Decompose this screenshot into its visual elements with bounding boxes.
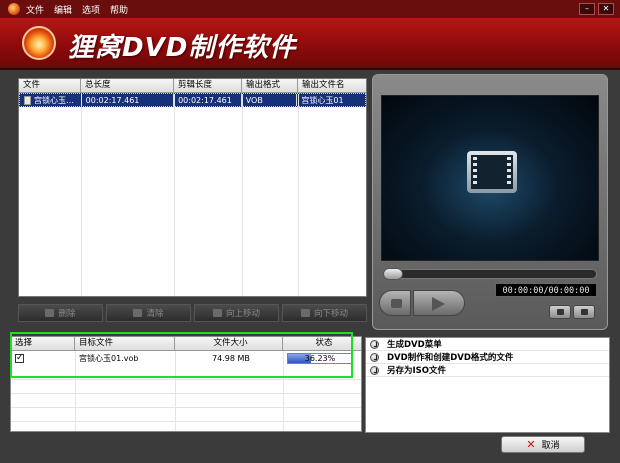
menu-options[interactable]: 选项 [82, 3, 100, 16]
col-output-format[interactable]: 输出格式 [242, 79, 298, 92]
move-up-label: 向上移动 [225, 309, 260, 319]
file-size-cell: 74.98 MB [212, 353, 250, 363]
table-row[interactable]: 宫锁心玉… 00:02:17.461 00:02:17.461 VOB 宫锁心玉… [19, 93, 366, 107]
delete-icon [45, 309, 55, 317]
move-down-button[interactable]: 向下移动 [282, 304, 367, 322]
file-list-table: 文件 总长度 剪辑长度 输出格式 输出文件名 宫锁心玉… 00:02:17.46… [18, 78, 367, 297]
clock-icon [370, 352, 379, 362]
menu-edit[interactable]: 编辑 [54, 3, 72, 16]
minimize-button[interactable]: – [579, 3, 595, 15]
file-table-header: 文件 总长度 剪辑长度 输出格式 输出文件名 [19, 79, 366, 93]
table-row[interactable]: 宫锁心玉01.vob 74.98 MB 36.23% [11, 351, 361, 365]
play-icon [432, 297, 445, 311]
option-dvd-menu[interactable]: 生成DVD菜单 [366, 338, 609, 351]
output-options-list: 生成DVD菜单 DVD制作和创建DVD格式的文件 另存为ISO文件 [365, 337, 610, 433]
col-clip-length[interactable]: 剪辑长度 [174, 79, 242, 92]
grid-line [298, 94, 299, 296]
col-total-length[interactable]: 总长度 [81, 79, 174, 92]
option-label: 生成DVD菜单 [387, 340, 442, 350]
move-down-label: 向下移动 [313, 309, 348, 319]
option-create-dvd[interactable]: DVD制作和创建DVD格式的文件 [366, 351, 609, 364]
col-status[interactable]: 状态 [283, 337, 361, 350]
task-table: 选择 目标文件 文件大小 状态 宫锁心玉01.vob 74.98 MB 36.2… [10, 336, 362, 432]
grid-line [174, 94, 175, 296]
menu-file[interactable]: 文件 [26, 3, 44, 16]
stop-button[interactable] [379, 290, 411, 316]
task-table-header: 选择 目标文件 文件大小 状态 [11, 337, 361, 351]
play-button[interactable] [413, 290, 465, 316]
format-cell: VOB [242, 94, 298, 106]
stop-icon [391, 299, 402, 308]
folder-icon [581, 309, 588, 315]
snapshot-button[interactable] [549, 305, 571, 319]
clock-icon [370, 339, 379, 349]
col-output-name[interactable]: 输出文件名 [298, 79, 366, 92]
grid-line [11, 421, 361, 422]
cancel-label: 取消 [541, 441, 560, 451]
app-flame-icon[interactable] [8, 3, 20, 15]
camera-icon [557, 309, 564, 315]
grid-line [283, 351, 284, 431]
move-up-button[interactable]: 向上移动 [194, 304, 279, 322]
snapshot-folder-button[interactable] [573, 305, 595, 319]
status-cell: 36.23% [283, 352, 361, 364]
clear-button[interactable]: 清除 [106, 304, 191, 322]
col-file-size[interactable]: 文件大小 [175, 337, 283, 350]
arrow-down-icon [300, 309, 310, 317]
grid-line [81, 94, 82, 296]
option-save-iso[interactable]: 另存为ISO文件 [366, 364, 609, 377]
flame-logo-icon [22, 26, 56, 60]
progress-text: 36.23% [304, 353, 336, 363]
option-label: 另存为ISO文件 [387, 366, 447, 376]
grid-line [11, 407, 361, 408]
grid-line [11, 393, 361, 394]
target-file-cell: 宫锁心玉01.vob [79, 353, 139, 363]
task-checkbox[interactable] [15, 352, 24, 364]
main-area: 文件 总长度 剪辑长度 输出格式 输出文件名 宫锁心玉… 00:02:17.46… [0, 70, 620, 463]
grid-line [175, 351, 176, 431]
close-button[interactable]: ✕ [598, 3, 614, 15]
seek-handle[interactable] [383, 268, 403, 280]
clock-icon [370, 365, 379, 375]
file-name: 宫锁心玉… [34, 95, 74, 105]
app-banner: 狸窝DVD制作软件 [0, 18, 620, 70]
seek-bar[interactable] [383, 268, 597, 280]
menu-bar: 文件 编辑 选项 帮助 – ✕ [0, 0, 620, 18]
file-cell: 宫锁心玉… [20, 94, 82, 106]
col-select[interactable]: 选择 [11, 337, 75, 350]
video-preview-panel: 00:00:00/00:00:00 [372, 74, 608, 330]
grid-line [242, 94, 243, 296]
clip-length-cell: 00:02:17.461 [174, 94, 242, 106]
progress-bar: 36.23% [287, 352, 353, 364]
clear-label: 清除 [146, 309, 164, 319]
film-holes-left [473, 157, 477, 187]
delete-label: 删除 [58, 309, 76, 319]
cancel-button[interactable]: ✕ 取消 [501, 436, 585, 453]
select-cell [11, 352, 75, 364]
snapshot-controls [549, 305, 595, 319]
timecode-display: 00:00:00/00:00:00 [495, 283, 597, 297]
clear-icon [133, 309, 143, 317]
arrow-up-icon [212, 309, 222, 317]
window-controls: – ✕ [579, 3, 614, 15]
film-holes-right [507, 157, 511, 187]
cancel-x-icon: ✕ [526, 438, 536, 451]
output-name-cell: 宫锁心玉01 [301, 96, 344, 105]
film-strip-icon [467, 151, 517, 193]
app-title: 狸窝DVD制作软件 [68, 33, 297, 63]
menu-help[interactable]: 帮助 [110, 3, 128, 16]
col-target-file[interactable]: 目标文件 [75, 337, 175, 350]
video-file-icon [24, 95, 31, 105]
col-file[interactable]: 文件 [19, 79, 81, 92]
preview-screen [381, 95, 599, 261]
delete-button[interactable]: 删除 [18, 304, 103, 322]
option-label: DVD制作和创建DVD格式的文件 [387, 353, 514, 363]
grid-line [11, 379, 361, 380]
file-action-bar: 删除 清除 向上移动 向下移动 [18, 304, 367, 322]
total-length-cell: 00:02:17.461 [82, 94, 175, 106]
grid-line [75, 351, 76, 431]
